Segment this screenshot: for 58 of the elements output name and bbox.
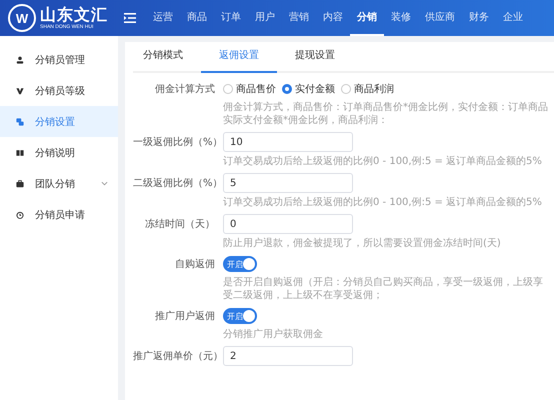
text-input-field[interactable]: 2: [223, 346, 353, 366]
logo-name: 山东文汇: [40, 6, 108, 24]
radio-option[interactable]: 商品售价: [223, 82, 276, 96]
help-text: 防止用户退款，佣金被提现了，所以需要设置佣金冻结时间(天): [223, 237, 502, 250]
sidebar-item[interactable]: 团队分销: [0, 168, 118, 199]
stacked-squares-icon: [16, 118, 24, 126]
help-text: 订单交易成功后给上级返佣的比例0 - 100,例:5 = 返订单商品金额的5%: [223, 155, 543, 168]
field-label: 佣金计算方式: [154, 82, 216, 96]
chevron-down-icon: [101, 181, 108, 186]
field-label: 推广用户返佣: [154, 310, 216, 323]
radio-label: 实付金额: [295, 82, 335, 96]
radio-label: 商品利润: [354, 82, 394, 96]
clock-icon: [16, 210, 24, 218]
person-icon: [16, 56, 24, 64]
text-input-field[interactable]: 5: [223, 173, 353, 193]
nav-tab[interactable]: 内容: [316, 0, 350, 36]
nav-tab[interactable]: 订单: [214, 0, 248, 36]
text-input-field[interactable]: 10: [223, 132, 353, 152]
radio-option[interactable]: 实付金额: [282, 82, 335, 96]
settings-tab[interactable]: 分销模式: [133, 42, 201, 73]
logo-mark: W: [8, 4, 36, 32]
sidebar-item[interactable]: 分销员等级: [0, 75, 118, 106]
radio-button[interactable]: [223, 84, 233, 94]
radio-label: 商品售价: [236, 82, 276, 96]
v-shape-icon: [16, 86, 24, 94]
nav-tab[interactable]: 企业: [496, 0, 530, 36]
sidebar-item[interactable]: 分销说明: [0, 137, 118, 168]
toggle-switch[interactable]: 开启: [223, 308, 257, 324]
nav-tab[interactable]: 装修: [384, 0, 418, 36]
text-input-field[interactable]: 0: [223, 214, 353, 234]
settings-tab[interactable]: 返佣设置: [201, 42, 277, 73]
sidebar-item[interactable]: 分销员管理: [0, 44, 118, 75]
field-label: 冻结时间（天）: [144, 218, 216, 231]
nav-tab[interactable]: 运营: [146, 0, 180, 36]
radio-option[interactable]: 商品利润: [341, 82, 394, 96]
book-icon: [16, 148, 24, 156]
nav-tab[interactable]: 商品: [180, 0, 214, 36]
nav-tab[interactable]: 财务: [462, 0, 496, 36]
menu-icon[interactable]: [124, 13, 136, 23]
field-label: 一级返佣比例（%）: [133, 136, 223, 149]
radio-button[interactable]: [341, 84, 351, 94]
nav-tab[interactable]: 分销: [350, 0, 384, 36]
field-label: 自购返佣: [174, 258, 216, 271]
sidebar-item[interactable]: 分销设置: [0, 106, 118, 137]
toggle-switch[interactable]: 开启: [223, 256, 257, 272]
help-text: 订单交易成功后给上级返佣的比例0 - 100,例:5 = 返订单商品金额的5%: [223, 196, 543, 209]
field-label: 推广返佣单价（元）: [133, 350, 223, 363]
nav-tab[interactable]: 供应商: [418, 0, 462, 36]
sidebar-item[interactable]: 分销员申请: [0, 199, 118, 230]
settings-tab[interactable]: 提现设置: [277, 42, 353, 73]
radio-button[interactable]: [282, 84, 292, 94]
field-label: 二级返佣比例（%）: [133, 176, 223, 190]
briefcase-icon: [16, 180, 24, 188]
help-text: 是否开启自购返佣（开启：分销员自己购买商品，享受一级返佣，上级享受二级返佣，上上级不在享受返佣；: [223, 276, 544, 302]
nav-tab[interactable]: 用户: [248, 0, 282, 36]
nav-tab[interactable]: 营销: [282, 0, 316, 36]
help-text: 佣金计算方式，商品售价：订单商品售价*佣金比例，实付金额：订单商品实际支付金额*佣金比例，商品利润：: [223, 101, 549, 127]
help-text: 分销推广用户获取佣金: [223, 328, 324, 341]
